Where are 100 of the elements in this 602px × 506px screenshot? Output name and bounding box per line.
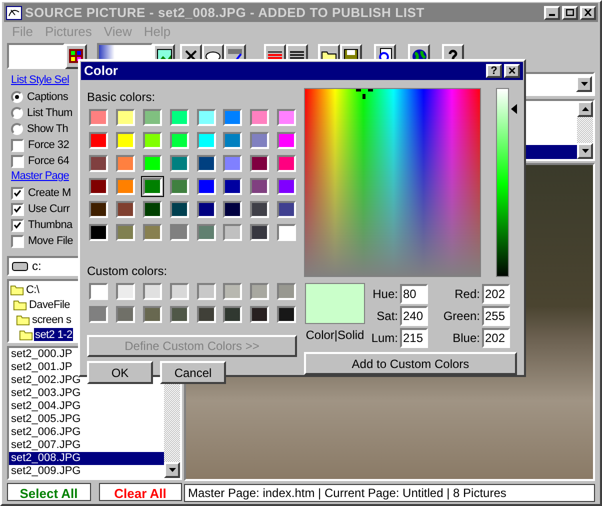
checkbox-label: Use Curr [28,202,70,217]
checkbox[interactable] [11,202,24,216]
x-icon [185,50,197,62]
radio-label: List Thum [27,106,72,121]
arrow-icon [580,82,588,86]
field-label: Sat: [376,308,398,324]
folder-item[interactable]: set2 1-2 [34,328,74,341]
picture-list-entry[interactable]: set2_006.JPG [9,426,164,439]
check-icon [14,190,21,196]
picture-list-entry[interactable]: set2_003.JPG [9,387,164,400]
color-swatch[interactable] [89,306,108,323]
arrow-icon [582,149,588,153]
value-field[interactable]: 240 [400,306,428,326]
checkbox-label: Create M [28,186,71,201]
clear-all-button[interactable]: Clear All [98,483,182,501]
checkbox[interactable] [11,234,24,248]
checkbox[interactable] [11,154,24,168]
window-title: SOURCE PICTURE - set2_008.JPG - ADDED TO PUBLISH LIST [25,4,424,22]
checkbox[interactable] [11,186,24,200]
custom-colors-label: Custom colors: [87,263,168,278]
add-to-custom-colors-button[interactable]: Add to Custom Colors [304,352,517,375]
value-field[interactable]: 202 [482,284,510,304]
color-swatch[interactable] [250,283,270,300]
ok-button[interactable]: OK [87,361,153,384]
field-label: Hue: [372,286,398,302]
folder-item[interactable]: DaveFile [28,298,72,312]
section-link[interactable]: List Style Sel [11,73,69,89]
scroll-down-button[interactable] [164,462,180,478]
field-label: Blue: [452,330,480,346]
color-swatch[interactable] [223,306,242,323]
color-swatch[interactable] [142,283,162,300]
field-label: Green: [443,308,480,324]
luminance-bar[interactable] [496,88,509,277]
minimize-button[interactable] [544,6,560,20]
picture-list-entry[interactable]: set2_005.JPG [9,413,164,426]
value-field[interactable]: 80 [400,284,428,304]
picture-list-entry[interactable]: set2_008.JPG [9,452,164,465]
color-swatch[interactable] [170,283,189,300]
checkbox-label: Move File [28,234,73,249]
close-button[interactable]: × [504,64,520,78]
cancel-button[interactable]: Cancel [160,361,226,384]
folder-icon [10,284,24,296]
checkbox-label: Force 64 [28,154,70,169]
color-swatch[interactable] [142,306,162,323]
color-solid-label: Color|Solid [306,327,364,344]
picture-list-entry[interactable]: set2_009.JPG [9,465,164,478]
radio-label: Show Th [27,122,68,137]
arrow-icon [168,468,176,472]
basic-colors-label: Basic colors: [87,89,156,104]
scroll-down-button[interactable] [577,143,593,159]
check-icon [14,206,21,212]
radio-button[interactable] [11,107,23,119]
scroll-down-button[interactable] [576,76,592,92]
folder-icon [16,314,30,326]
app-icon [6,6,22,20]
color-swatch[interactable] [277,283,296,300]
field-label: Red: [454,286,480,302]
value-field[interactable]: 202 [482,328,510,348]
checkbox-label: Thumbna [28,218,72,233]
select-all-button[interactable]: Select All [7,483,90,501]
picture-list-entry[interactable]: set2_004.JPG [9,400,164,413]
color-swatch[interactable] [170,306,189,323]
checkbox-label: Force 32 [28,138,70,153]
color-swatch[interactable] [116,306,135,323]
slider-arrow-icon[interactable] [511,104,517,114]
dialog-title: Color [84,62,118,80]
radio-button[interactable] [11,123,23,135]
scroll-up-button[interactable] [577,101,593,117]
maximize-icon [566,9,574,16]
color-spectrum[interactable] [304,88,481,277]
field-label: Lum: [371,330,398,346]
maximize-button[interactable] [562,6,578,20]
folder-icon [19,328,33,340]
folder-item[interactable]: C:\ [25,282,40,296]
picture-list-entry[interactable]: set2_007.JPG [9,439,164,452]
palette-icon [69,49,83,63]
color-swatch[interactable] [223,283,242,300]
drive-icon [12,262,28,270]
help-button[interactable]: ? [486,64,502,78]
folder-icon [13,298,27,310]
color-swatch[interactable] [196,283,216,300]
arrow-icon [582,107,588,111]
folder-item[interactable]: screen s [31,312,72,326]
text-field[interactable] [7,43,65,69]
value-field[interactable]: 255 [482,306,510,326]
color-swatch[interactable] [277,306,296,323]
checkbox[interactable] [11,138,24,152]
radio-label: Captions [27,90,68,105]
close-icon [584,9,592,16]
radio-button[interactable] [11,91,23,103]
close-button[interactable] [580,6,596,20]
status-bar: Master Page: index.htm | Current Page: Untitled | 8 Pictures [184,484,595,502]
color-swatch[interactable] [89,283,108,300]
section-link[interactable]: Master Page [11,169,69,185]
color-swatch[interactable] [196,306,216,323]
color-swatch[interactable] [250,306,270,323]
color-swatch[interactable] [116,283,135,300]
value-field[interactable]: 215 [400,328,428,348]
check-icon [14,222,21,228]
checkbox[interactable] [11,218,24,232]
